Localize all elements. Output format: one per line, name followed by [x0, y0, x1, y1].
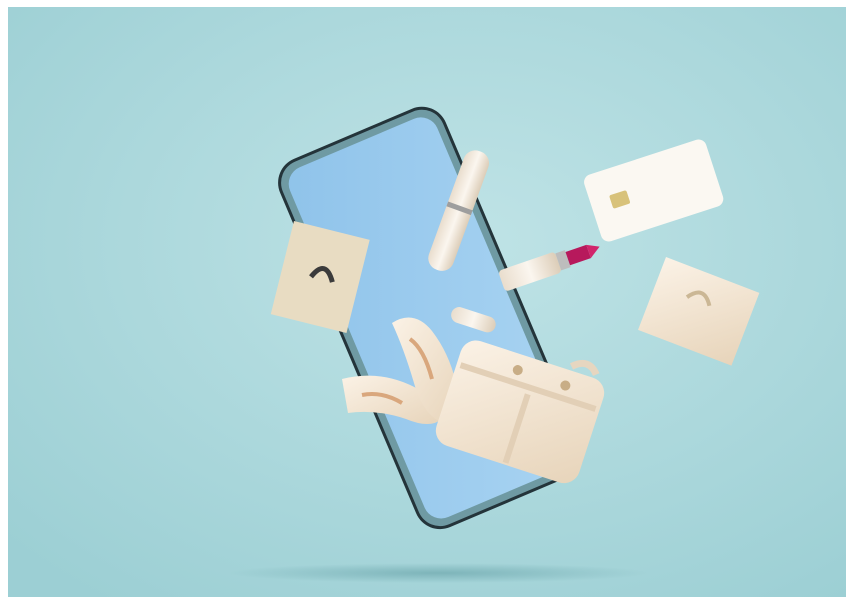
product-photo — [8, 7, 846, 597]
image-frame — [0, 0, 852, 604]
phone-shadow — [228, 563, 648, 583]
